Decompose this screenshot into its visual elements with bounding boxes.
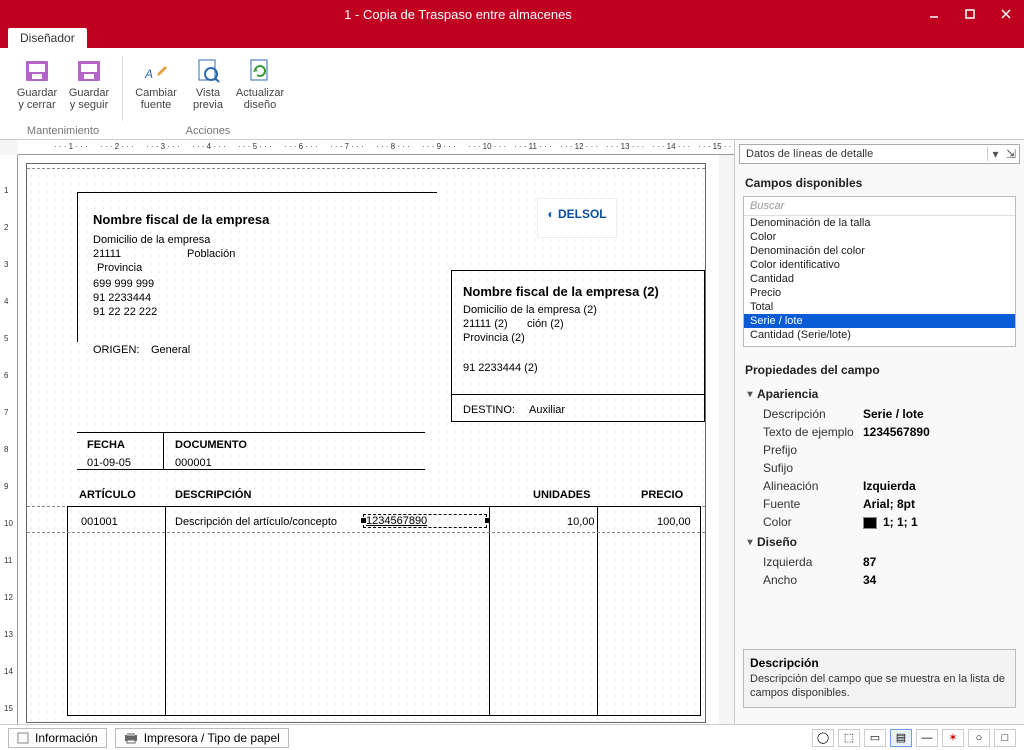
property-help: Descripción Descripción del campo que se… <box>743 649 1016 708</box>
group-actions-label: Acciones <box>186 125 231 139</box>
company2-addr[interactable]: Domicilio de la empresa (2) <box>463 304 597 316</box>
field-item[interactable]: Total <box>744 300 1015 314</box>
data-source-combo[interactable]: Datos de líneas de detalle <box>740 146 987 162</box>
group-maintenance-label: Mantenimiento <box>27 125 99 139</box>
refresh-icon <box>244 55 276 87</box>
report-page[interactable]: Nombre fiscal de la empresa Domicilio de… <box>26 163 706 723</box>
statusbar: Información Impresora / Tipo de papel ◯ … <box>0 724 1024 750</box>
color-swatch <box>863 517 877 529</box>
company-province[interactable]: Provincia <box>97 262 142 274</box>
fecha-value[interactable]: 01-09-05 <box>87 457 131 469</box>
company-phone1[interactable]: 699 999 999 <box>93 278 154 290</box>
tabstrip: Diseñador <box>0 28 1024 48</box>
preview-button[interactable]: Vista previa <box>183 52 233 114</box>
company-addr[interactable]: Domicilio de la empresa <box>93 234 210 246</box>
company-city[interactable]: Población <box>187 248 235 260</box>
col-article[interactable]: ARTÍCULO <box>79 489 136 501</box>
col-price[interactable]: PRECIO <box>641 489 683 501</box>
ruler-vertical: for(let i=1;i<=15;i++)document.write('<s… <box>0 155 18 735</box>
change-font-button[interactable]: A Cambiar fuente <box>131 52 181 114</box>
chevron-down-icon: ▾ <box>743 389 757 400</box>
save-continue-icon <box>73 55 105 87</box>
design-canvas[interactable]: Nombre fiscal de la empresa Domicilio de… <box>18 155 719 735</box>
side-panel: Datos de líneas de detalle ▾ ⇲ Campos di… <box>734 140 1024 750</box>
row-price[interactable]: 100,00 <box>657 516 691 528</box>
window-title: 1 - Copia de Traspaso entre almacenes <box>0 7 916 22</box>
save-continue-button[interactable]: Guardar y seguir <box>64 52 114 114</box>
company-phone3[interactable]: 91 22 22 222 <box>93 306 157 318</box>
save-close-icon <box>21 55 53 87</box>
tab-designer[interactable]: Diseñador <box>8 28 87 48</box>
field-item[interactable]: Denominación del color <box>744 244 1015 258</box>
doc-label[interactable]: DOCUMENTO <box>175 439 247 451</box>
save-close-button[interactable]: Guardar y cerrar <box>12 52 62 114</box>
company2-city[interactable]: ción (2) <box>527 318 564 330</box>
company2-name[interactable]: Nombre fiscal de la empresa (2) <box>463 284 659 299</box>
search-fields-input[interactable]: Buscar <box>744 197 1015 216</box>
tool-icon-6[interactable]: ✶ <box>942 729 964 747</box>
field-list[interactable]: Denominación de la tallaColorDenominació… <box>744 216 1015 346</box>
company-phone2[interactable]: 91 2233444 <box>93 292 151 304</box>
company2-zip[interactable]: 21111 (2) <box>463 318 508 330</box>
printer-button[interactable]: Impresora / Tipo de papel <box>115 728 289 748</box>
tool-icon-2[interactable]: ⬚ <box>838 729 860 747</box>
maximize-button[interactable] <box>952 0 988 28</box>
tool-icon-7[interactable]: ○ <box>968 729 990 747</box>
field-item[interactable]: Precio <box>744 286 1015 300</box>
tool-icon-4[interactable]: ▤ <box>890 729 912 747</box>
company-name[interactable]: Nombre fiscal de la empresa <box>93 212 269 227</box>
dest-label[interactable]: DESTINO: <box>463 404 515 416</box>
origin-value[interactable]: General <box>151 344 190 356</box>
ruler-horizontal: for(let i=1;i<=15;i++)document.write('<s… <box>18 140 734 155</box>
fecha-label[interactable]: FECHA <box>87 439 125 451</box>
doc-value[interactable]: 000001 <box>175 457 212 469</box>
pin-panel-icon[interactable]: ⇲ <box>1003 147 1019 161</box>
field-item[interactable]: Serie / lote <box>744 314 1015 328</box>
chevron-down-icon: ▾ <box>743 537 757 548</box>
titlebar: 1 - Copia de Traspaso entre almacenes <box>0 0 1024 28</box>
field-properties-title: Propiedades del campo <box>735 355 1024 383</box>
company2-province[interactable]: Provincia (2) <box>463 332 525 344</box>
row-serie-selected[interactable]: 1234567890 <box>363 514 487 528</box>
logo-placeholder[interactable]: ◐ DELSOL <box>537 198 617 238</box>
tool-icon-5[interactable]: — <box>916 729 938 747</box>
close-button[interactable] <box>988 0 1024 28</box>
field-item[interactable]: Color identificativo <box>744 258 1015 272</box>
company2-phone[interactable]: 91 2233444 (2) <box>463 362 538 374</box>
col-units[interactable]: UNIDADES <box>533 489 590 501</box>
refresh-design-button[interactable]: Actualizar diseño <box>235 52 285 114</box>
field-item[interactable]: Cantidad <box>744 272 1015 286</box>
row-units[interactable]: 10,00 <box>567 516 595 528</box>
available-fields-title: Campos disponibles <box>735 168 1024 196</box>
tool-icon-1[interactable]: ◯ <box>812 729 834 747</box>
properties-grid[interactable]: ▾Apariencia DescripciónSerie / lote Text… <box>743 383 1016 633</box>
company-zip[interactable]: 21111 <box>93 248 121 260</box>
combo-dropdown-icon[interactable]: ▾ <box>987 147 1003 161</box>
font-icon: A <box>140 55 172 87</box>
info-button[interactable]: Información <box>8 728 107 748</box>
minimize-button[interactable] <box>916 0 952 28</box>
tool-icon-3[interactable]: ▭ <box>864 729 886 747</box>
svg-text:A: A <box>144 67 153 81</box>
ribbon: Guardar y cerrar Guardar y seguir Manten… <box>0 48 1024 140</box>
preview-icon <box>192 55 224 87</box>
field-item[interactable]: Color <box>744 230 1015 244</box>
group-design[interactable]: ▾Diseño <box>743 531 1016 553</box>
dest-value[interactable]: Auxiliar <box>529 404 565 416</box>
field-item[interactable]: Cantidad (Serie/lote) <box>744 328 1015 342</box>
col-description[interactable]: DESCRIPCIÓN <box>175 489 251 501</box>
design-canvas-area: for(let i=1;i<=15;i++)document.write('<s… <box>0 140 734 750</box>
tool-icon-8[interactable]: □ <box>994 729 1016 747</box>
origin-label[interactable]: ORIGEN: <box>93 344 139 356</box>
field-item[interactable]: Denominación de la talla <box>744 216 1015 230</box>
row-description[interactable]: Descripción del artículo/concepto <box>175 516 337 528</box>
group-appearance[interactable]: ▾Apariencia <box>743 383 1016 405</box>
row-article[interactable]: 001001 <box>81 516 118 528</box>
